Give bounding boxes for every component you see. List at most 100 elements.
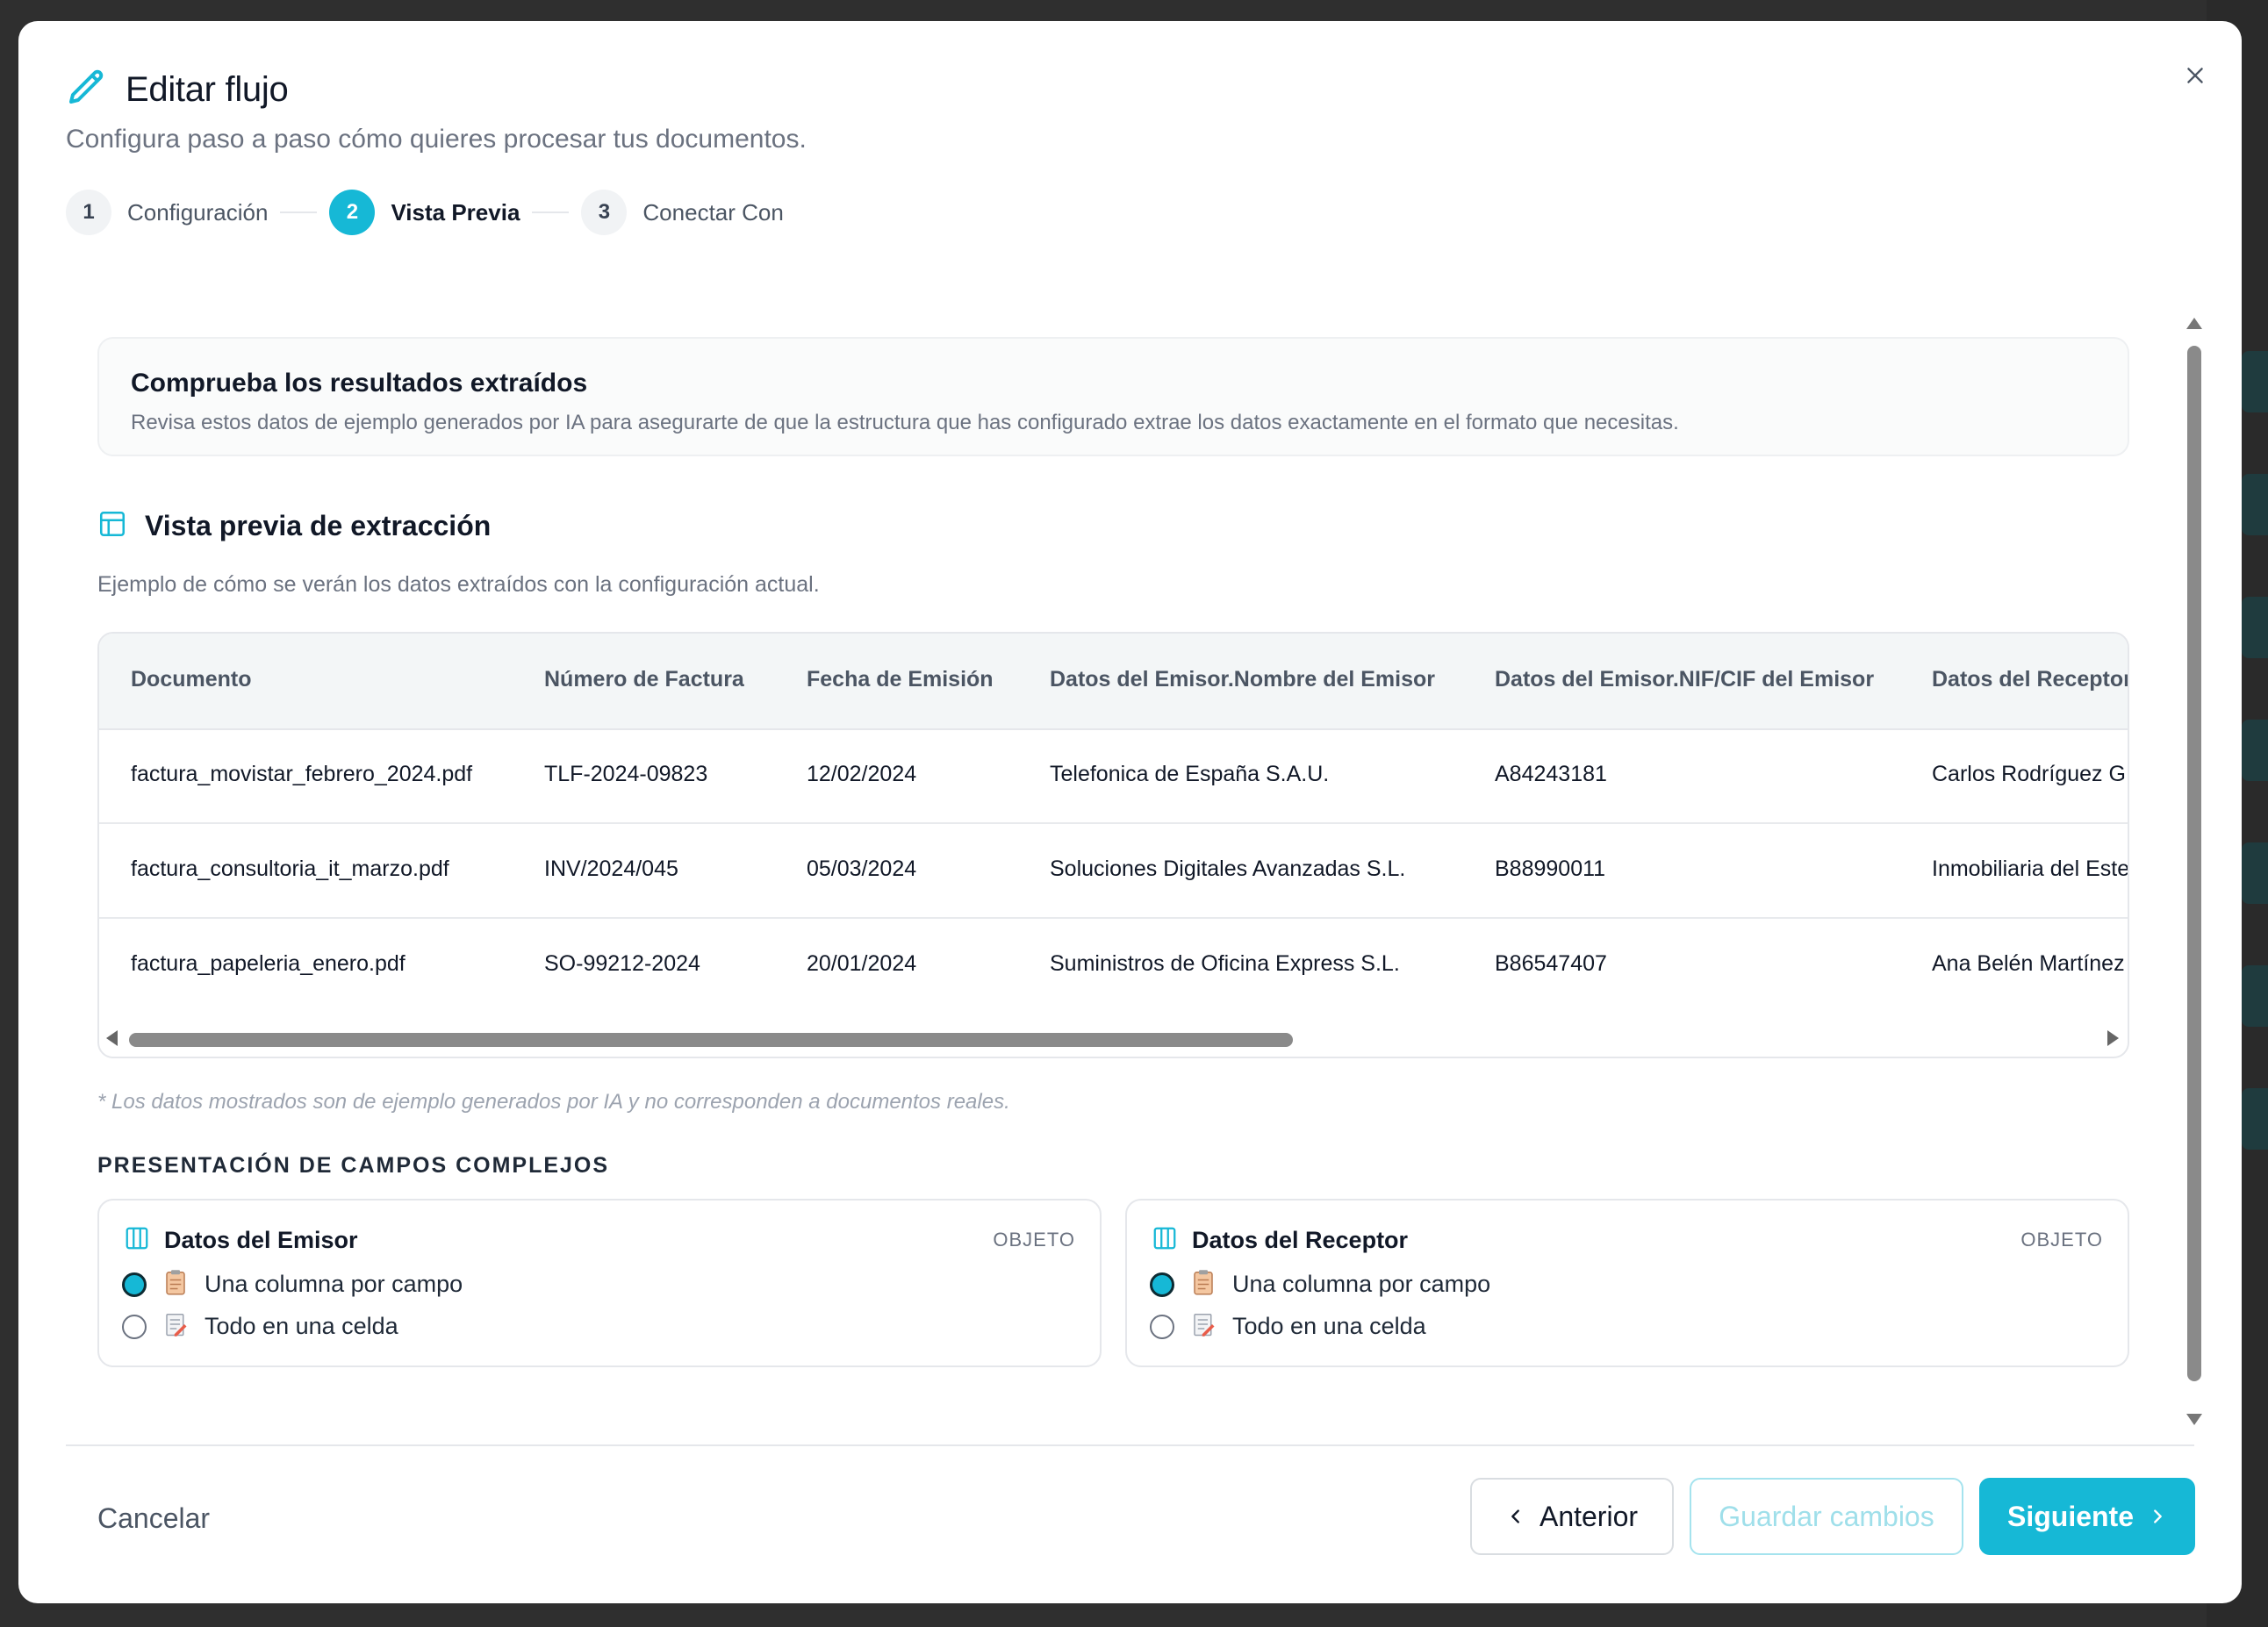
horizontal-scrollbar[interactable] [99,1014,2128,1057]
option-label: Todo en una celda [1232,1313,1426,1339]
field-card-receptor: Datos del Receptor OBJETO Una columna po… [1125,1199,2129,1367]
table-cell: SO-99212-2024 [544,951,700,976]
preview-description: Ejemplo de cómo se verán los datos extra… [97,572,820,597]
background-edit-icon [2242,351,2268,412]
preview-header: Vista previa de extracción [97,509,491,543]
option-label: Una columna por campo [1232,1271,1491,1297]
scrollbar-thumb[interactable] [129,1033,1293,1047]
scrollbar-thumb[interactable] [2187,346,2201,1381]
scroll-left-arrow[interactable] [106,1030,118,1046]
previous-label: Anterior [1539,1500,1639,1532]
clipboard-icon [164,1269,187,1300]
radio-unselected[interactable] [1150,1314,1174,1339]
save-changes-button[interactable]: Guardar cambios [1690,1478,1963,1555]
step-label: Vista Previa [391,198,520,226]
close-button[interactable] [2174,56,2216,98]
table-cell: 05/03/2024 [807,857,917,881]
radio-selected[interactable] [122,1272,147,1297]
step-number: 1 [66,190,111,235]
save-label: Guardar cambios [1719,1500,1934,1532]
vertical-scrollbar[interactable] [2174,318,2214,1425]
table-cell: 12/02/2024 [807,762,917,786]
info-title: Comprueba los resultados extraídos [131,369,588,398]
table-cell: INV/2024/045 [544,857,678,881]
table-row: factura_consultoria_it_marzo.pdf INV/202… [99,823,2128,919]
table-cell: 20/01/2024 [807,951,917,976]
scroll-down-arrow[interactable] [2186,1414,2202,1425]
columns-icon [1152,1225,1178,1256]
pencil-icon [66,67,108,113]
previous-button[interactable]: Anterior [1470,1478,1674,1555]
edit-flow-modal: Editar flujo Configura paso a paso cómo … [18,21,2242,1603]
option-all-in-one-cell[interactable]: Todo en una celda [122,1311,398,1342]
column-header: Fecha de Emisión [807,667,994,692]
option-label: Una columna por campo [205,1271,463,1297]
column-header: Número de Factura [544,667,744,692]
info-description: Revisa estos datos de ejemplo generados … [131,411,1679,434]
info-card: Comprueba los resultados extraídos Revis… [97,337,2129,456]
columns-icon [124,1225,150,1256]
table-row: factura_papeleria_enero.pdf SO-99212-202… [99,918,2128,1012]
table-cell: B88990011 [1495,857,1606,881]
step-number: 3 [581,190,628,235]
chevron-right-icon [2148,1501,2167,1533]
table-cell: Soluciones Digitales Avanzadas S.L. [1050,857,1406,881]
field-card-emisor: Datos del Emisor OBJETO Una columna por … [97,1199,1102,1367]
column-header: Documento [131,667,252,692]
preview-table: Documento Número de Factura Fecha de Emi… [97,632,2129,1058]
column-header: Datos del Emisor.NIF/CIF del Emisor [1495,667,1875,692]
field-type-badge: OBJETO [993,1229,1075,1251]
step-label: Conectar Con [642,198,784,226]
option-one-column-per-field[interactable]: Una columna por campo [1150,1269,1490,1300]
radio-selected[interactable] [1150,1272,1174,1297]
footer-divider [66,1444,2194,1446]
background-edit-icon [2242,1088,2268,1150]
table-cell: B86547407 [1495,951,1607,976]
table-cell: A84243181 [1495,762,1607,786]
step-label: Configuración [127,198,269,226]
column-header: Datos del Receptor [1932,667,2129,692]
field-name: Datos del Receptor [1192,1227,1409,1253]
table-cell: Telefonica de España S.A.U. [1050,762,1330,786]
step-vista-previa[interactable]: 2 Vista Previa [329,190,520,235]
background-edit-icon [2242,965,2268,1027]
table-cell: Inmobiliaria del Este [1932,857,2129,881]
table-icon [97,509,127,543]
stepper: 1 Configuración 2 Vista Previa 3 Conecta… [66,190,784,235]
step-conectar-con[interactable]: 3 Conectar Con [581,190,784,235]
step-connector [280,211,318,213]
radio-unselected[interactable] [122,1314,147,1339]
background-edit-icon [2242,474,2268,535]
option-all-in-one-cell[interactable]: Todo en una celda [1150,1311,1426,1342]
background-edit-icon [2242,842,2268,904]
background-edit-icon [2242,597,2268,658]
ai-disclaimer: * Los datos mostrados son de ejemplo gen… [97,1090,1010,1114]
cancel-button[interactable]: Cancelar [97,1502,210,1535]
memo-icon [164,1311,187,1342]
memo-icon [1192,1311,1215,1342]
chevron-left-icon [1506,1501,1525,1533]
field-name: Datos del Emisor [164,1227,358,1253]
scroll-right-arrow[interactable] [2107,1030,2119,1046]
next-label: Siguiente [2006,1500,2134,1532]
step-connector [532,211,570,213]
step-configuracion[interactable]: 1 Configuración [66,190,268,235]
modal-header: Editar flujo [66,67,289,113]
field-type-badge: OBJETO [2020,1229,2103,1251]
preview-title: Vista previa de extracción [145,510,492,541]
complex-fields-title: PRESENTACIÓN DE CAMPOS COMPLEJOS [97,1153,610,1178]
modal-subtitle: Configura paso a paso cómo quieres proce… [66,125,807,154]
table-header: Documento Número de Factura Fecha de Emi… [99,634,2128,730]
table-cell: TLF-2024-09823 [544,762,708,786]
step-number: 2 [329,190,376,235]
option-one-column-per-field[interactable]: Una columna por campo [122,1269,463,1300]
next-button[interactable]: Siguiente [1979,1478,2195,1555]
table-row: factura_movistar_febrero_2024.pdf TLF-20… [99,728,2128,824]
modal-title: Editar flujo [126,70,289,109]
table-cell: Ana Belén Martínez [1932,951,2125,976]
scroll-up-arrow[interactable] [2186,318,2202,329]
table-cell: factura_consultoria_it_marzo.pdf [131,857,449,881]
table-cell: factura_movistar_febrero_2024.pdf [131,762,473,786]
table-cell: Carlos Rodríguez G [1932,762,2126,786]
close-icon [2184,64,2207,91]
